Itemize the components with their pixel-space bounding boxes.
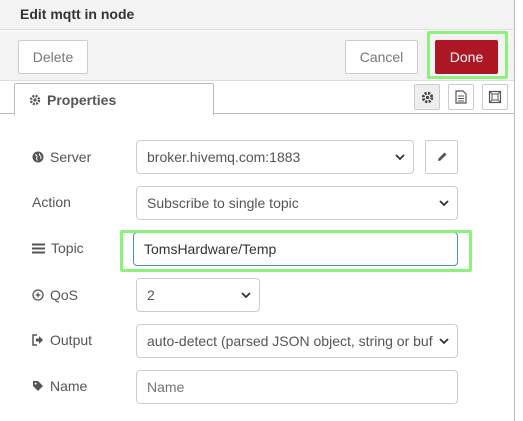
- topic-value: TomsHardware/Temp: [144, 241, 277, 257]
- server-select[interactable]: broker.hivemq.com:1883: [136, 140, 414, 174]
- output-select[interactable]: auto-detect (parsed JSON object, string …: [136, 324, 458, 358]
- tag-icon: [32, 380, 44, 392]
- name-input[interactable]: [136, 370, 458, 404]
- name-label: Name: [50, 378, 88, 394]
- gear-icon: [29, 94, 41, 106]
- server-label-row: Server: [32, 140, 91, 174]
- server-value: broker.hivemq.com:1883: [147, 149, 301, 165]
- tab-appearance[interactable]: [482, 84, 508, 110]
- dialog-titlebar: Edit mqtt in node: [0, 0, 514, 30]
- action-select[interactable]: Subscribe to single topic: [136, 186, 458, 220]
- action-label: Action: [32, 194, 71, 210]
- qos-label: QoS: [50, 287, 79, 303]
- dialog-toolbar: Delete Cancel Done: [0, 31, 514, 81]
- edit-node-dialog: Edit mqtt in node Delete Cancel Done Pro…: [0, 0, 515, 421]
- tab-properties[interactable]: Properties: [14, 83, 214, 115]
- output-label-row: Output: [32, 323, 92, 357]
- edit-server-button[interactable]: [425, 140, 458, 174]
- dialog-title: Edit mqtt in node: [20, 6, 135, 22]
- chevron-down-icon: [241, 290, 251, 300]
- done-button[interactable]: Done: [435, 40, 498, 74]
- tab-properties-label: Properties: [47, 91, 117, 108]
- qos-icon: [32, 289, 44, 301]
- qos-label-row: QoS: [32, 278, 78, 312]
- topic-input[interactable]: TomsHardware/Temp: [133, 232, 458, 266]
- tab-description[interactable]: [448, 84, 474, 110]
- document-icon: [455, 90, 467, 104]
- topic-label: Topic: [51, 240, 84, 256]
- frame-icon: [488, 90, 502, 104]
- qos-select[interactable]: 2: [136, 278, 260, 312]
- list-icon: [32, 243, 45, 254]
- cancel-button[interactable]: Cancel: [345, 40, 418, 74]
- properties-form: Server broker.hivemq.com:1883 Action Sub…: [0, 115, 514, 421]
- pencil-icon: [436, 151, 448, 163]
- qos-value: 2: [147, 287, 155, 303]
- tab-settings[interactable]: [414, 84, 440, 110]
- sign-out-icon: [32, 334, 44, 346]
- output-value: auto-detect (parsed JSON object, string …: [147, 333, 433, 349]
- chevron-down-icon: [439, 336, 449, 346]
- tab-bar: Properties: [0, 82, 514, 115]
- action-value: Subscribe to single topic: [147, 195, 299, 211]
- chevron-down-icon: [439, 198, 449, 208]
- delete-button[interactable]: Delete: [18, 40, 88, 74]
- server-label: Server: [50, 149, 92, 165]
- name-label-row: Name: [32, 369, 87, 403]
- gear-icon: [421, 91, 434, 104]
- chevron-down-icon: [395, 152, 405, 162]
- output-label: Output: [50, 332, 93, 348]
- globe-icon: [32, 151, 44, 163]
- topic-label-row: Topic: [32, 231, 84, 265]
- action-label-row: Action: [32, 185, 71, 219]
